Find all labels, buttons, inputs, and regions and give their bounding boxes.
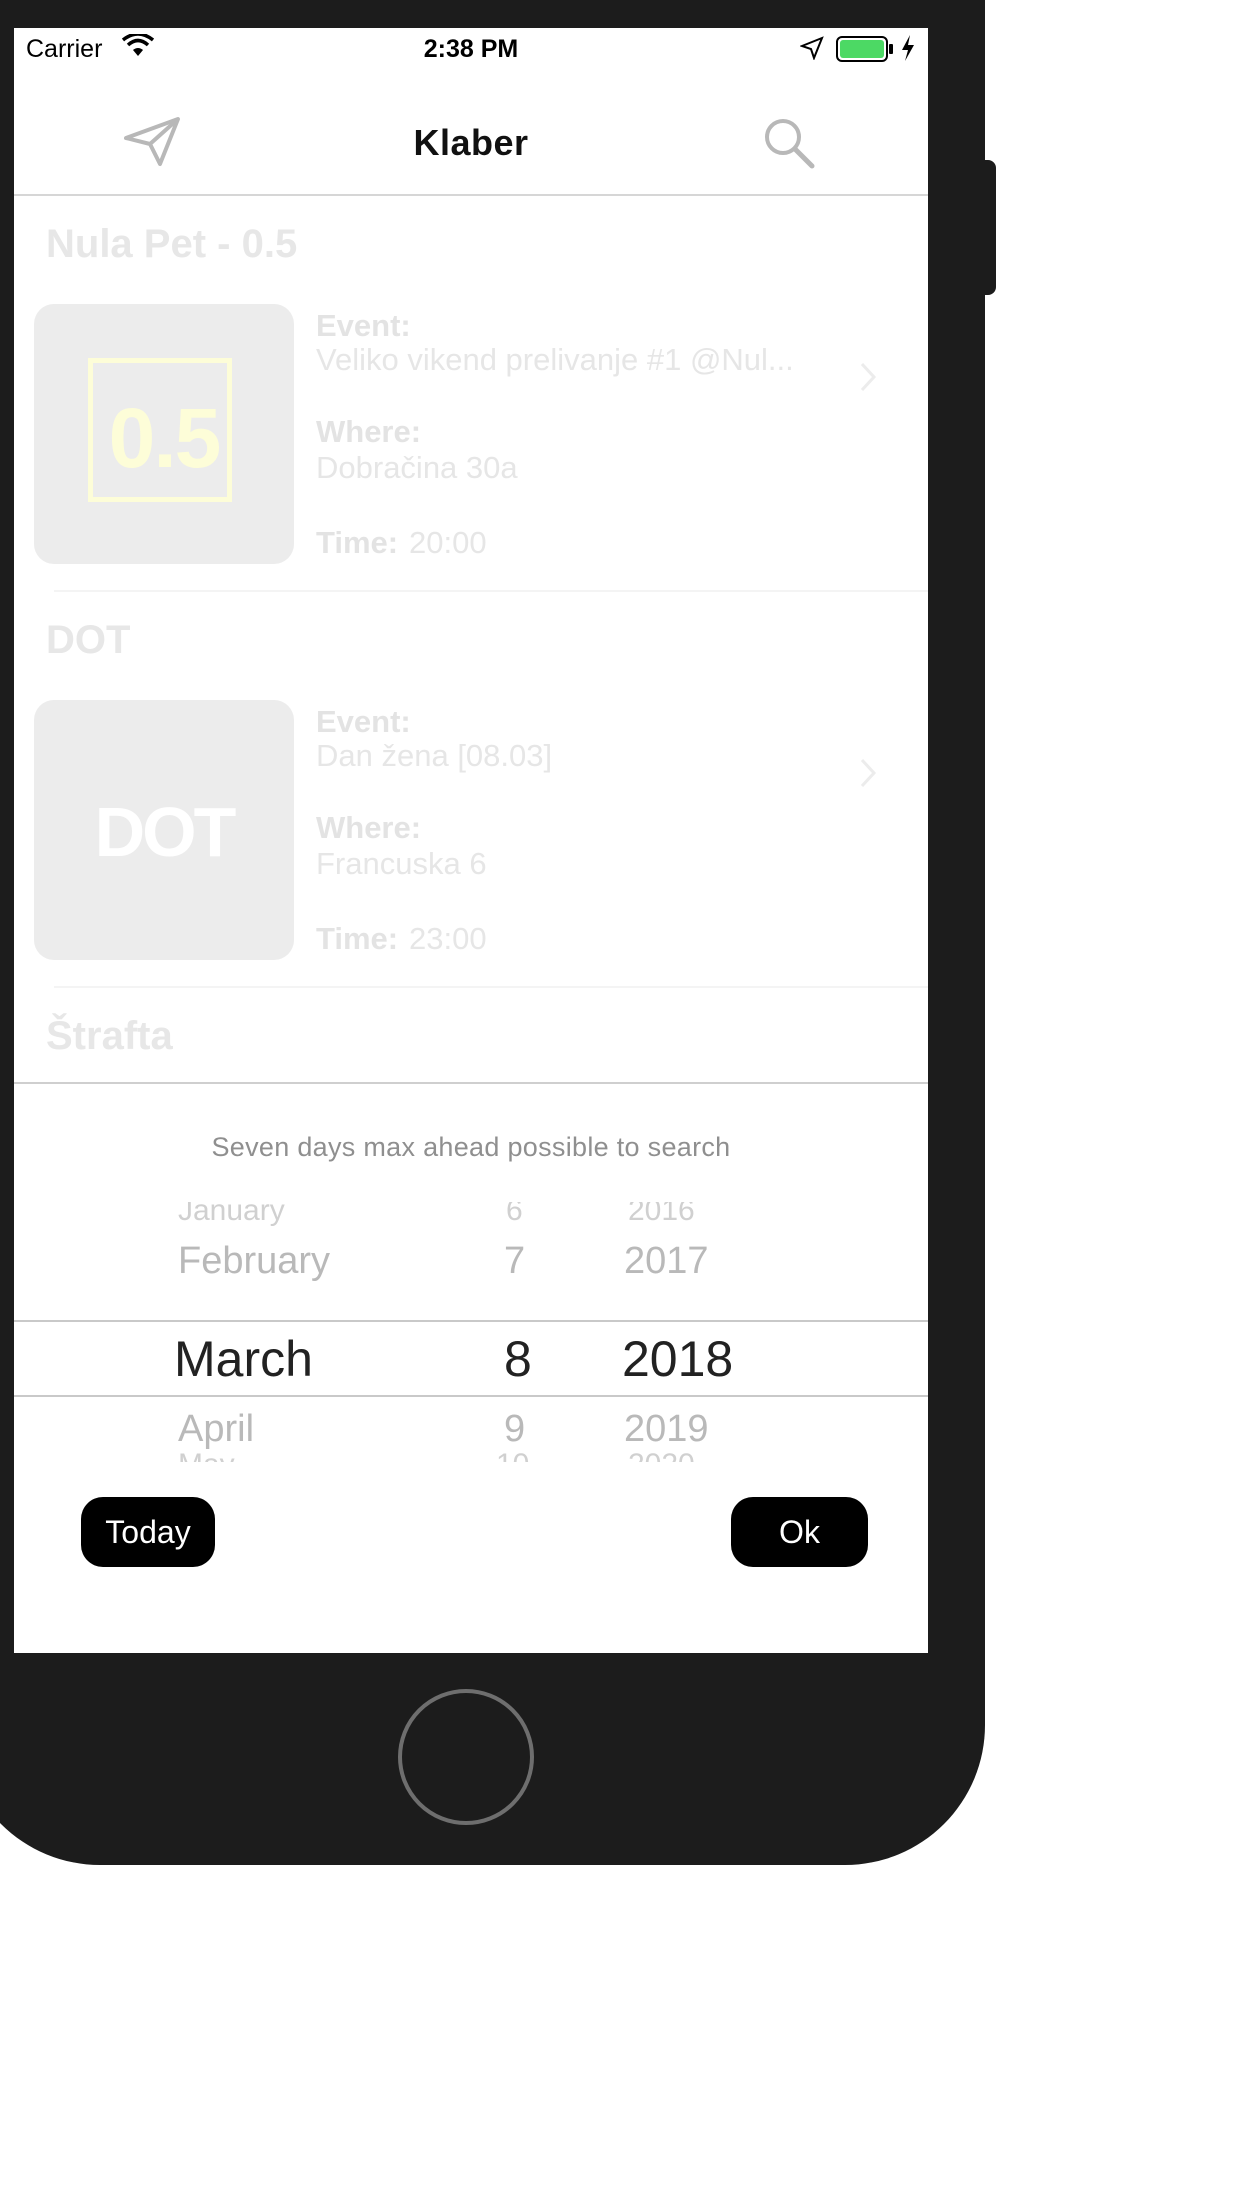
today-button[interactable]: Today [81, 1497, 215, 1567]
event-label: Event: [316, 308, 411, 343]
venue-name: Štrafta [46, 1014, 173, 1058]
logo-text: 0.5 [108, 391, 222, 485]
chevron-right-icon [859, 757, 877, 794]
list-item[interactable]: DOT DOT Event: Dan žena [08.03] Where: F… [14, 592, 928, 988]
time-label: Time: [316, 921, 399, 956]
venue-name: Nula Pet - 0.5 [46, 222, 298, 266]
event-label: Event: [316, 704, 411, 739]
logo-text: DOT [94, 793, 237, 871]
event-name: Dan žena [08.03] [316, 738, 553, 773]
year-option[interactable]: 2020 [628, 1448, 695, 1462]
event-list: Nula Pet - 0.5 0.5 Event: Veliko vikend … [14, 196, 928, 1116]
date-picker-wheel[interactable]: January February March April May 6 7 8 9… [14, 1202, 928, 1462]
month-option[interactable]: April [178, 1408, 254, 1451]
month-selected[interactable]: March [174, 1330, 313, 1388]
day-option[interactable]: 9 [504, 1408, 525, 1451]
phone-side-button [980, 160, 996, 295]
event-name: Veliko vikend prelivanje #1 @Nul... [316, 342, 794, 377]
event-time: 23:00 [409, 921, 487, 956]
app-screen: Carrier 2:38 PM Klaber Nula Pet - 0.5 0.… [14, 28, 928, 1653]
status-bar: Carrier 2:38 PM [14, 28, 928, 72]
event-time: 20:00 [409, 525, 487, 560]
day-option[interactable]: 6 [506, 1202, 523, 1228]
navigation-bar: Klaber [14, 72, 928, 196]
day-option[interactable]: 7 [504, 1240, 525, 1283]
month-option[interactable]: February [178, 1240, 330, 1283]
chevron-right-icon [859, 361, 877, 398]
year-option[interactable]: 2016 [628, 1202, 695, 1228]
date-picker-hint: Seven days max ahead possible to search [211, 1132, 731, 1162]
home-button[interactable] [398, 1689, 534, 1825]
where-label: Where: [316, 810, 422, 845]
battery-icon [836, 35, 894, 70]
month-option[interactable]: January [178, 1202, 285, 1228]
where-label: Where: [316, 414, 422, 449]
year-option[interactable]: 2019 [624, 1408, 709, 1451]
selection-line-top [14, 1320, 928, 1322]
list-item[interactable]: Nula Pet - 0.5 0.5 Event: Veliko vikend … [14, 196, 928, 592]
day-option[interactable]: 10 [496, 1448, 529, 1462]
venue-address: Dobračina 30a [316, 450, 518, 485]
date-picker-sheet: Seven days max ahead possible to search … [14, 1082, 928, 1653]
venue-logo: 0.5 [34, 304, 294, 564]
ok-button[interactable]: Ok [731, 1497, 868, 1567]
year-option[interactable]: 2017 [624, 1240, 709, 1283]
venue-name: DOT [46, 618, 131, 662]
day-selected[interactable]: 8 [504, 1330, 532, 1388]
venue-logo: DOT [34, 700, 294, 960]
charging-bolt-icon [900, 34, 916, 69]
search-icon[interactable] [762, 116, 816, 175]
time-label: Time: [316, 525, 399, 560]
location-arrow-icon [799, 36, 824, 67]
venue-address: Francuska 6 [316, 846, 487, 881]
year-selected[interactable]: 2018 [622, 1330, 733, 1388]
month-option[interactable]: May [178, 1448, 235, 1462]
selection-line-bottom [14, 1395, 928, 1397]
status-time: 2:38 PM [423, 35, 519, 63]
